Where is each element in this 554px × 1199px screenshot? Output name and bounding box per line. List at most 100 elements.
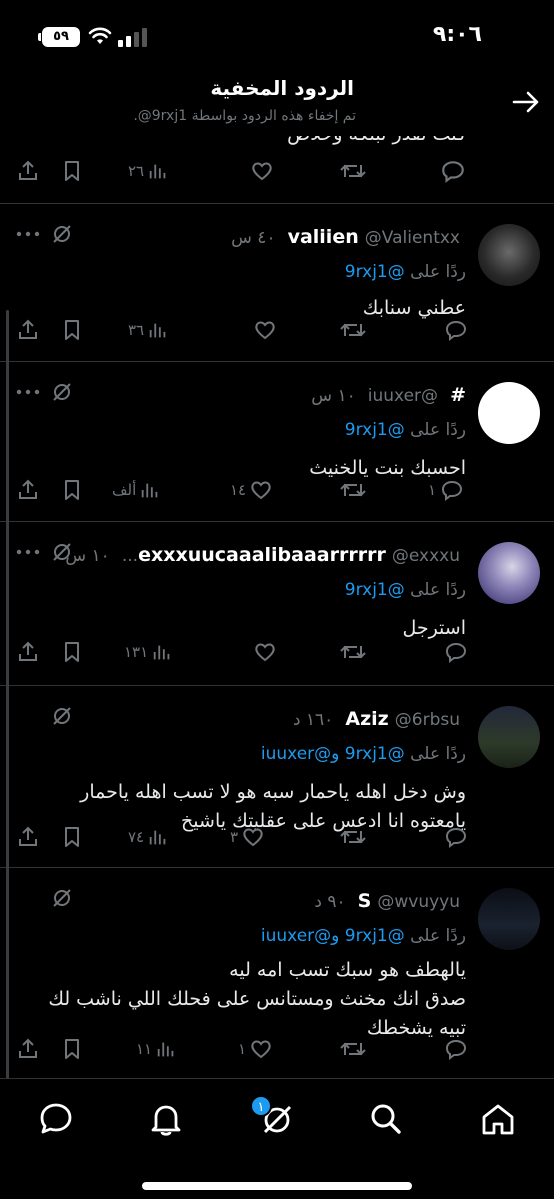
- author-handle[interactable]: @iuuxer: [368, 386, 438, 406]
- battery-indicator: ٥٩: [38, 27, 80, 47]
- share-icon[interactable]: [16, 822, 40, 852]
- tweet[interactable]: exxxuucaaalibaaarrrrrr @exxxu... ١٠ س رد…: [0, 522, 554, 686]
- views-count[interactable]: ١١: [136, 1034, 177, 1064]
- retweet-icon[interactable]: [340, 156, 366, 186]
- mention-link[interactable]: @9rxj1 و@iuuxer: [261, 744, 405, 764]
- tweet-time: ١٦٠ د: [292, 710, 334, 730]
- reply-button[interactable]: [440, 315, 469, 345]
- tweet[interactable]: S @wvuyyu ٩٠ د ردًا على @9rxj1 و@iuuxer …: [0, 868, 554, 1078]
- status-bar: ٥٩ ٩:٠٦: [0, 0, 554, 72]
- bookmark-icon[interactable]: [60, 315, 84, 345]
- author-handle[interactable]: @6rbsu: [395, 710, 460, 730]
- avatar[interactable]: [478, 224, 540, 286]
- views-count[interactable]: ٢٦: [128, 156, 169, 186]
- home-icon[interactable]: [478, 1099, 518, 1139]
- views-count[interactable]: ٣٦: [128, 315, 169, 345]
- mention-link[interactable]: @9rxj1 و@iuuxer: [261, 926, 405, 946]
- retweet-icon[interactable]: [340, 315, 366, 345]
- author-name[interactable]: S: [358, 890, 372, 912]
- tweet[interactable]: valiien @Valientxx ٤٠ س ردًا على @9rxj1 …: [0, 204, 554, 362]
- more-icon[interactable]: [16, 389, 40, 395]
- tweet-actions: ٢٦: [0, 156, 554, 188]
- scrollbar[interactable]: [6, 310, 9, 1080]
- retweet-icon[interactable]: [340, 475, 366, 505]
- tweet-time: ٩٠ د: [314, 892, 346, 912]
- tweet[interactable]: # @iuuxer ١٠ س ردًا على @9rxj1 احسبك بنت…: [0, 362, 554, 522]
- like-button[interactable]: ١٤: [230, 475, 273, 505]
- tweet-actions: ألف ١٤ ١: [0, 475, 554, 507]
- bookmark-icon[interactable]: [60, 1034, 84, 1064]
- bookmark-icon[interactable]: [60, 475, 84, 505]
- back-arrow-icon[interactable]: [510, 86, 542, 118]
- share-icon[interactable]: [16, 315, 40, 345]
- bookmark-icon[interactable]: [60, 637, 84, 667]
- avatar[interactable]: [478, 706, 540, 768]
- mention-link[interactable]: @9rxj1: [345, 580, 405, 600]
- author-name[interactable]: exxxuucaaalibaaarrrrrr: [138, 544, 386, 566]
- reply-button[interactable]: [440, 1034, 469, 1064]
- avatar[interactable]: [478, 542, 540, 604]
- tweet-actions: ١١ ١: [0, 1034, 554, 1066]
- unhide-reply-icon[interactable]: [50, 222, 74, 246]
- views-icon: [153, 645, 170, 660]
- share-icon[interactable]: [16, 637, 40, 667]
- wifi-icon: [88, 27, 112, 44]
- tweet-actions: ٣٦: [0, 315, 554, 347]
- retweet-icon[interactable]: [340, 637, 366, 667]
- reply-icon[interactable]: [440, 156, 466, 186]
- views-count[interactable]: ١٣١: [124, 637, 173, 667]
- like-button[interactable]: [250, 315, 277, 345]
- share-icon[interactable]: [16, 1034, 40, 1064]
- unhide-reply-icon[interactable]: [50, 704, 74, 728]
- avatar[interactable]: [478, 888, 540, 950]
- tweet-text: يالهطف هو سبك تسب امه ليه صدق انك مخنث و…: [48, 959, 466, 1039]
- like-button[interactable]: ١: [238, 1034, 273, 1064]
- author-name[interactable]: valiien: [288, 226, 359, 248]
- views-icon: [157, 1042, 174, 1057]
- like-icon: [251, 1040, 271, 1059]
- reply-icon: [442, 480, 463, 501]
- page-subtitle: تم إخفاء هذه الردود بواسطة 9rxj1@.: [133, 108, 356, 124]
- reply-to-line: ردًا على @9rxj1 و@iuuxer: [260, 744, 466, 764]
- views-icon: [149, 164, 166, 179]
- like-button[interactable]: ٣: [230, 822, 265, 852]
- unhide-reply-icon[interactable]: [50, 886, 74, 910]
- like-button[interactable]: [250, 637, 277, 667]
- like-icon: [255, 643, 275, 662]
- author-handle[interactable]: @wvuyyu: [377, 892, 460, 912]
- reply-to-line: ردًا على @9rxj1 و@iuuxer: [260, 926, 466, 946]
- search-icon[interactable]: [366, 1099, 406, 1139]
- reply-button[interactable]: [440, 822, 469, 852]
- unhide-reply-icon[interactable]: [50, 380, 74, 404]
- tweet[interactable]: Aziz @6rbsu ١٦٠ د ردًا على @9rxj1 و@iuux…: [0, 686, 554, 868]
- author-name[interactable]: #: [450, 384, 466, 406]
- bookmark-icon[interactable]: [60, 822, 84, 852]
- reply-icon: [445, 1039, 467, 1060]
- reply-button[interactable]: ١: [428, 475, 465, 505]
- reply-to-line: ردًا على @9rxj1: [344, 262, 466, 282]
- reply-button[interactable]: [440, 637, 469, 667]
- author-handle[interactable]: @Valientxx: [365, 228, 460, 248]
- notifications-bell-icon[interactable]: [146, 1099, 186, 1139]
- more-icon[interactable]: [16, 549, 40, 555]
- more-icon[interactable]: [16, 231, 40, 237]
- share-icon[interactable]: [16, 475, 40, 505]
- mention-link[interactable]: @9rxj1: [345, 420, 405, 440]
- retweet-icon[interactable]: [340, 1034, 366, 1064]
- messages-icon[interactable]: [36, 1099, 76, 1139]
- page-header: الردود المخفية تم إخفاء هذه الردود بواسط…: [0, 72, 554, 136]
- bookmark-icon[interactable]: [60, 156, 84, 186]
- views-icon: [142, 483, 158, 498]
- share-icon[interactable]: [16, 156, 40, 186]
- views-count[interactable]: ٧٤: [128, 822, 169, 852]
- views-count[interactable]: ألف: [112, 475, 161, 505]
- tweet-author-row: S @wvuyyu ٩٠ د: [314, 890, 466, 912]
- author-name[interactable]: Aziz: [345, 708, 388, 730]
- retweet-icon[interactable]: [340, 822, 366, 852]
- avatar[interactable]: [478, 382, 540, 444]
- unhide-reply-icon[interactable]: [50, 540, 74, 564]
- mention-link[interactable]: @9rxj1: [345, 262, 405, 282]
- like-icon[interactable]: [250, 156, 274, 186]
- hidden-replies-feed[interactable]: كنت تقدر تبلكه وخلاص ٢٦ valiien @Valient…: [0, 120, 554, 1078]
- tweet-author-row: exxxuucaaalibaaarrrrrr @exxxu... ١٠ س: [65, 544, 466, 566]
